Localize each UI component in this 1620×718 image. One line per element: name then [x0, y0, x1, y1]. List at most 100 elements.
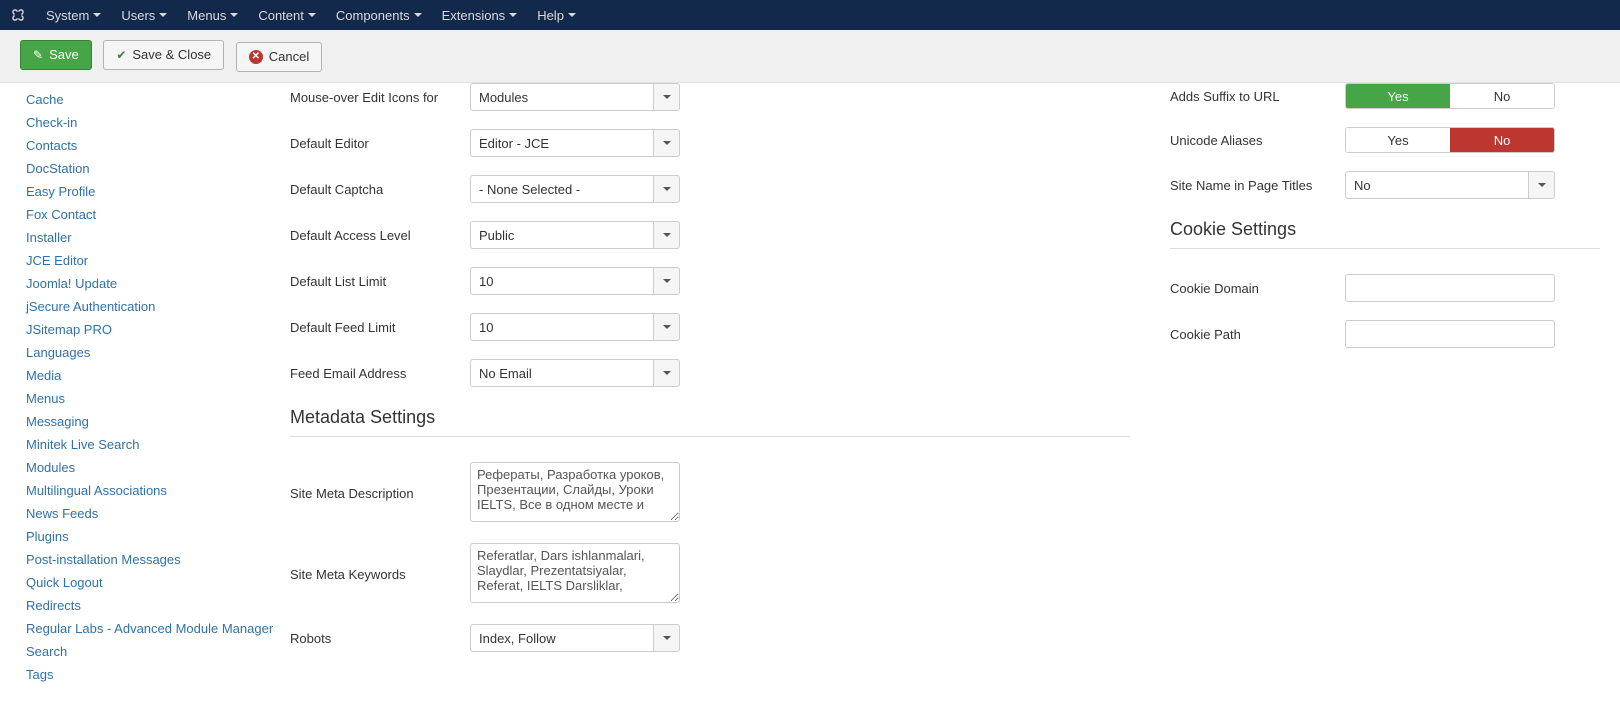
save-label: Save	[49, 45, 79, 65]
field-select[interactable]: 10	[470, 313, 680, 341]
cookie-domain-input[interactable]	[1345, 274, 1555, 302]
robots-value: Index, Follow	[470, 624, 654, 652]
sidebar-item-label: Modules	[26, 460, 290, 475]
sidebar-item[interactable]: Media	[20, 364, 290, 387]
chevron-down-icon[interactable]	[654, 313, 680, 341]
sidebar-item[interactable]: DocStation	[20, 157, 290, 180]
field-select[interactable]: 10	[470, 267, 680, 295]
chevron-down-icon[interactable]	[654, 624, 680, 652]
sidebar-item[interactable]: Installer	[20, 226, 290, 249]
site-name-titles-select[interactable]: No	[1345, 171, 1555, 199]
toggle-no[interactable]: No	[1450, 128, 1554, 152]
sidebar-item-label: Post-installation Messages	[26, 552, 290, 567]
sidebar-item[interactable]: Regular Labs - Advanced Module Manager	[20, 617, 290, 640]
chevron-down-icon[interactable]	[654, 221, 680, 249]
sidebar-item[interactable]: Minitek Live Search	[20, 433, 290, 456]
sidebar-item-label: Quick Logout	[26, 575, 290, 590]
sidebar-item[interactable]: Languages	[20, 341, 290, 364]
sidebar-item-label: Plugins	[26, 529, 290, 544]
field-select[interactable]: No Email	[470, 359, 680, 387]
toggle-label: Adds Suffix to URL	[1170, 89, 1345, 104]
sidebar-item[interactable]: Joomla! Update	[20, 272, 290, 295]
chevron-down-icon[interactable]	[654, 359, 680, 387]
field-select[interactable]: Editor - JCE	[470, 129, 680, 157]
field-label: Default Feed Limit	[290, 320, 470, 335]
robots-label: Robots	[290, 631, 470, 646]
save-button[interactable]: Save	[20, 40, 92, 70]
nav-item-users[interactable]: Users	[111, 0, 177, 30]
cookie-path-input[interactable]	[1345, 320, 1555, 348]
sidebar-item[interactable]: Fox Contact	[20, 203, 290, 226]
meta-keywords-label: Site Meta Keywords	[290, 567, 470, 582]
site-name-titles-label: Site Name in Page Titles	[1170, 178, 1345, 193]
sidebar-item-label: DocStation	[26, 161, 290, 176]
toggle-yes[interactable]: Yes	[1346, 128, 1450, 152]
meta-desc-textarea[interactable]	[470, 462, 680, 522]
top-navbar: System UsersMenusContent Components Extensi…	[0, 0, 1620, 30]
sidebar-item[interactable]: Easy Profile	[20, 180, 290, 203]
caret-down-icon	[509, 13, 517, 17]
sidebar-item[interactable]: Tags	[20, 663, 290, 686]
cancel-button[interactable]: Cancel	[236, 42, 322, 72]
chevron-down-icon[interactable]	[654, 267, 680, 295]
save-close-label: Save & Close	[132, 45, 211, 65]
toggle-yes[interactable]: Yes	[1346, 84, 1450, 108]
save-close-button[interactable]: Save & Close	[103, 40, 224, 70]
field-value: 10	[470, 267, 654, 295]
meta-keywords-textarea[interactable]	[470, 543, 680, 603]
sidebar-item[interactable]: JSitemap PRO	[20, 318, 290, 341]
sidebar-item[interactable]: Quick Logout	[20, 571, 290, 594]
sidebar-item[interactable]: JCE Editor	[20, 249, 290, 272]
toggle-no[interactable]: No	[1450, 84, 1554, 108]
field-label: Default Access Level	[290, 228, 470, 243]
nav-item-system[interactable]: System	[36, 0, 111, 30]
chevron-down-icon[interactable]	[654, 175, 680, 203]
chevron-down-icon[interactable]	[654, 129, 680, 157]
sidebar-item[interactable]: Search	[20, 640, 290, 663]
cookie-domain-label: Cookie Domain	[1170, 281, 1345, 296]
sidebar-item[interactable]: jSecure Authentication	[20, 295, 290, 318]
nav-item-components[interactable]: Components	[326, 0, 432, 30]
sidebar-item[interactable]: Contacts	[20, 134, 290, 157]
chevron-down-icon[interactable]	[1529, 171, 1555, 199]
chevron-down-icon[interactable]	[654, 83, 680, 111]
sidebar-item-label: Minitek Live Search	[26, 437, 290, 452]
sidebar-item[interactable]: Redirects	[20, 594, 290, 617]
cancel-label: Cancel	[269, 47, 309, 67]
toggle-label: Unicode Aliases	[1170, 133, 1345, 148]
sidebar-item[interactable]: Plugins	[20, 525, 290, 548]
nav-item-content[interactable]: Content	[248, 0, 326, 30]
nav-label: Components	[336, 8, 410, 23]
sidebar-item-label: Multilingual Associations	[26, 483, 290, 498]
sidebar-item-label: Easy Profile	[26, 184, 290, 199]
check-icon	[116, 45, 126, 65]
sidebar-item-label: Search	[26, 644, 290, 659]
caret-down-icon	[230, 13, 238, 17]
joomla-logo[interactable]	[10, 7, 26, 23]
sidebar-item-label: jSecure Authentication	[26, 299, 290, 314]
sidebar-item[interactable]: Check-in	[20, 111, 290, 134]
nav-item-extensions[interactable]: Extensions	[432, 0, 528, 30]
cookie-heading: Cookie Settings	[1170, 219, 1600, 249]
sidebar-item[interactable]: Menus	[20, 387, 290, 410]
sidebar-item[interactable]: Multilingual Associations	[20, 479, 290, 502]
nav-item-help[interactable]: Help	[527, 0, 586, 30]
sidebar-item[interactable]: Cache	[20, 88, 290, 111]
toolbar: Save Save & Close Cancel	[0, 30, 1620, 83]
sidebar-item-label: Regular Labs - Advanced Module Manager	[26, 621, 290, 636]
sidebar-item[interactable]: News Feeds	[20, 502, 290, 525]
sidebar-item-label: JCE Editor	[26, 253, 290, 268]
sidebar-item[interactable]: Post-installation Messages	[20, 548, 290, 571]
field-select[interactable]: Modules	[470, 83, 680, 111]
field-label: Default List Limit	[290, 274, 470, 289]
nav-label: System	[46, 8, 89, 23]
robots-select[interactable]: Index, Follow	[470, 624, 680, 652]
field-label: Feed Email Address	[290, 366, 470, 381]
cancel-icon	[249, 50, 263, 64]
sidebar-item[interactable]: Messaging	[20, 410, 290, 433]
nav-item-menus[interactable]: Menus	[177, 0, 248, 30]
field-select[interactable]: Public	[470, 221, 680, 249]
field-select[interactable]: - None Selected -	[470, 175, 680, 203]
sidebar-item[interactable]: Modules	[20, 456, 290, 479]
field-value: Editor - JCE	[470, 129, 654, 157]
